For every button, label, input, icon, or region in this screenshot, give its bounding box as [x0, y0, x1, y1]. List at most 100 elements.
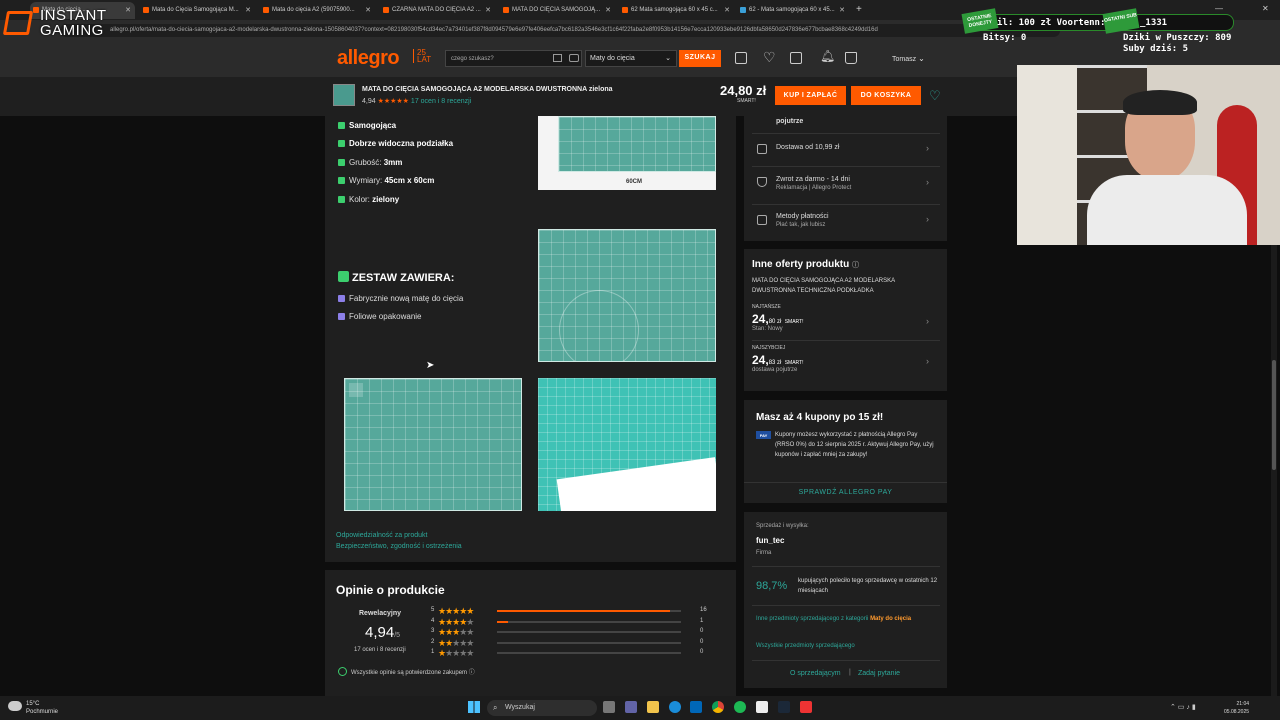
browser-tab[interactable]: Mata do cięcia A2 (59075900... ✕: [260, 2, 375, 19]
favorite-heart-icon[interactable]: ♡: [929, 88, 941, 104]
browser-tab[interactable]: Mata do Cięcia Samogojąca M... ✕: [140, 2, 255, 19]
chevron-right-icon[interactable]: ›: [926, 316, 929, 326]
info-icon[interactable]: ⓘ: [469, 670, 475, 676]
rating-bar-fill: [497, 610, 670, 612]
weather-widget[interactable]: 15°C Pochmurnie: [26, 700, 58, 716]
task-view-icon[interactable]: [603, 701, 615, 713]
offer-cheapest[interactable]: NAJTAŃSZE 24,80 zł SMART! Stan: Nowy: [752, 304, 804, 332]
rating-row[interactable]: 3 ★★★★★ 0: [431, 627, 711, 638]
buy-now-button[interactable]: KUP I ZAPŁAĆ: [775, 86, 846, 105]
divider: [752, 204, 940, 205]
chevron-right-icon[interactable]: ›: [926, 356, 929, 366]
stars-icon: ★★★★★: [438, 648, 474, 658]
close-window-icon[interactable]: ✕: [1262, 4, 1269, 13]
divider: [752, 340, 940, 341]
delivery-date: pojutrze: [776, 118, 804, 125]
chrome-icon[interactable]: [712, 701, 724, 713]
new-tab-button[interactable]: +: [856, 4, 862, 15]
add-to-cart-button[interactable]: DO KOSZYKA: [851, 86, 921, 105]
teams-icon[interactable]: [625, 701, 637, 713]
address-bar[interactable]: allegro.pl/oferta/mata-do-ciecia-samogoj…: [60, 24, 1060, 37]
seller-other-items-link[interactable]: Inne przedmioty sprzedającego z kategori…: [756, 614, 936, 624]
minimize-icon[interactable]: —: [1215, 4, 1223, 13]
windows-start-icon[interactable]: [468, 701, 480, 713]
stars-icon: ★★★★★: [438, 606, 474, 616]
product-image[interactable]: [538, 378, 716, 511]
rating-row[interactable]: 1 ★★★★★ 0: [431, 648, 711, 659]
seller-label: Sprzedaż i wysyłka:: [756, 523, 809, 529]
check-icon: [338, 140, 345, 147]
product-image[interactable]: [538, 229, 716, 362]
heart-icon[interactable]: ♡: [763, 49, 776, 66]
check-icon: [338, 271, 349, 282]
browser-tab[interactable]: 62 Mata samogojąca 60 x 45 c... ✕: [619, 2, 734, 19]
feature-item: Grubość: 3mm: [338, 158, 402, 167]
seller-all-items-link[interactable]: Wszystkie przedmioty sprzedającego: [756, 643, 855, 649]
megaphone-icon[interactable]: [735, 52, 747, 64]
allegro-logo[interactable]: allegro: [337, 47, 400, 70]
edge-icon[interactable]: [669, 701, 681, 713]
info-icon[interactable]: ⓘ: [852, 262, 859, 269]
app-icon[interactable]: [800, 701, 812, 713]
category-select[interactable]: Maty do cięcia ⌄: [585, 50, 677, 67]
close-tab-icon[interactable]: ✕: [365, 6, 371, 14]
browser-tab[interactable]: 62 - Mata samogojąca 60 x 45... ✕: [737, 2, 849, 19]
smart-badge: SMART!: [737, 98, 756, 104]
close-tab-icon[interactable]: ✕: [125, 6, 131, 14]
feature-item: Wymiary: 45cm x 60cm: [338, 176, 434, 185]
list-icon[interactable]: [553, 54, 562, 62]
close-tab-icon[interactable]: ✕: [724, 6, 730, 14]
check-icon: [338, 196, 345, 203]
responsibility-link[interactable]: Odpowiedzialność za produkt: [336, 530, 462, 541]
browser-tab[interactable]: MATA DO CIĘCIA SAMOGOJĄ... ✕: [500, 2, 615, 19]
safety-link[interactable]: Bezpieczeństwo, zgodność i ostrzeżenia: [336, 541, 462, 552]
allegro-favicon-icon: [263, 7, 269, 13]
feature-item: Samogojąca: [338, 121, 396, 130]
app-icon[interactable]: [756, 701, 768, 713]
close-tab-icon[interactable]: ✕: [245, 6, 251, 14]
check-allegro-pay-link[interactable]: SPRAWDŹ ALLEGRO PAY: [744, 489, 947, 496]
bits-counter: Bitsy: 0: [983, 33, 1027, 43]
clock[interactable]: 21:04 05.08.2025: [1224, 700, 1249, 716]
other-offers-product: MATA DO CIĘCIA SAMOGOJĄCA A2 MODELARSKA …: [752, 278, 895, 294]
browser-tab[interactable]: CZARNA MATA DO CIĘCIA A2 ... ✕: [380, 2, 495, 19]
windows-taskbar: [0, 696, 1280, 720]
taskbar-search[interactable]: ⌕ Wyszukaj: [487, 700, 597, 716]
file-explorer-icon[interactable]: [647, 701, 659, 713]
offer-fastest[interactable]: NAJSZYBCIEJ 24,83 zł SMART! dostawa pojutr…: [752, 345, 804, 373]
camera-icon[interactable]: [569, 54, 579, 62]
checkbox-icon: [338, 313, 345, 320]
seller-name[interactable]: fun_tec: [756, 536, 784, 545]
delivery-option[interactable]: Dostawa od 10,99 zł: [776, 144, 839, 151]
steam-icon[interactable]: [778, 701, 790, 713]
user-menu[interactable]: Tomasz ⌄: [892, 54, 925, 63]
payment-methods-option[interactable]: Metody płatności Płać tak, jak lubisz: [776, 213, 829, 228]
allegro-favicon-icon: [503, 7, 509, 13]
chevron-right-icon[interactable]: ›: [926, 143, 929, 153]
scrollbar-thumb[interactable]: [1272, 360, 1276, 470]
returns-option[interactable]: Zwrot za darmo - 14 dni Reklamacja | Alle…: [776, 176, 851, 191]
product-info-links: Odpowiedzialność za produkt Bezpieczeńst…: [336, 530, 462, 552]
ask-question-link[interactable]: Zadaj pytanie: [858, 670, 900, 677]
close-tab-icon[interactable]: ✕: [605, 6, 611, 14]
shield-icon: [757, 177, 767, 187]
spotify-icon[interactable]: [734, 701, 746, 713]
product-image[interactable]: [344, 378, 522, 511]
about-seller-link[interactable]: O sprzedającym: [790, 670, 841, 677]
tray-icons[interactable]: ⌃ ▭ ♪ ▮: [1170, 703, 1196, 711]
product-thumbnail[interactable]: [333, 84, 355, 106]
close-tab-icon[interactable]: ✕: [485, 6, 491, 14]
search-button[interactable]: SZUKAJ: [679, 50, 721, 67]
separator: |: [849, 669, 851, 676]
cart-icon[interactable]: [845, 52, 857, 64]
bell-icon[interactable]: 🔔︎: [820, 49, 835, 63]
messages-icon[interactable]: [790, 52, 802, 64]
close-tab-icon[interactable]: ✕: [839, 6, 845, 14]
reviews-link[interactable]: 17 ocen i 8 recenzji: [411, 98, 471, 105]
chevron-right-icon[interactable]: ›: [926, 214, 929, 224]
chevron-right-icon[interactable]: ›: [926, 177, 929, 187]
store-icon[interactable]: [690, 701, 702, 713]
dzik-counter: Dziki w Puszczy: 809: [1123, 33, 1232, 43]
truck-icon: [757, 144, 767, 154]
rating-row[interactable]: 5 ★★★★★ 16: [431, 606, 711, 617]
